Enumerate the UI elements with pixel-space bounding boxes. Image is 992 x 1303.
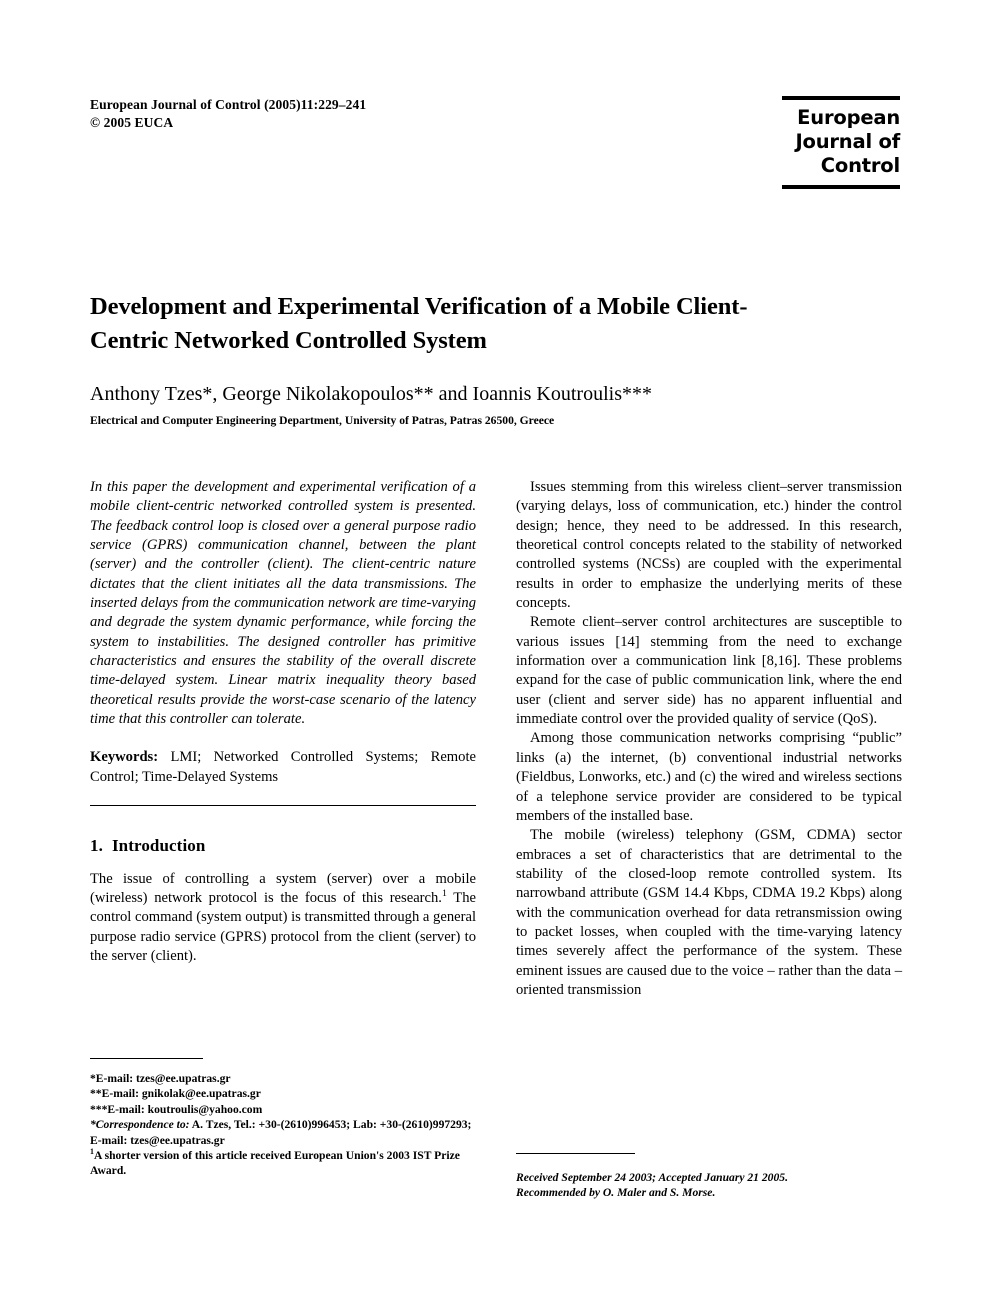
journal-citation: European Journal of Control (2005)11:229…: [90, 96, 510, 131]
received-block: Received September 24 2003; Accepted Jan…: [516, 1153, 902, 1201]
footnote-email-3: ***E-mail: koutroulis@yahoo.com: [90, 1102, 263, 1116]
abstract: In this paper the development and experi…: [90, 478, 476, 729]
keywords-divider: [90, 805, 476, 807]
logo-line-3: Control: [820, 154, 900, 177]
right-column-body: Issues stemming from this wireless clien…: [516, 478, 902, 1000]
correspondence-label: *Correspondence to:: [90, 1118, 190, 1132]
footnote-prize-note: 1A shorter version of this article recei…: [90, 1148, 476, 1179]
footnote-divider: [90, 1058, 203, 1059]
recommended-by: Recommended by O. Maler and S. Morse.: [516, 1186, 716, 1200]
footnotes: *E-mail: tzes@ee.upatras.gr **E-mail: gn…: [90, 1058, 476, 1179]
footnote-email-1: *E-mail: tzes@ee.upatras.gr: [90, 1072, 231, 1085]
keywords: Keywords: LMI; Networked Controlled Syst…: [90, 748, 476, 787]
author-list: Anthony Tzes*, George Nikolakopoulos** a…: [90, 383, 652, 405]
intro-text-a: The issue of controlling a system (serve…: [90, 870, 476, 906]
journal-logo: European Journal of Control: [782, 96, 900, 189]
section-title: Introduction: [111, 836, 206, 856]
left-column: In this paper the development and experi…: [90, 478, 476, 966]
received-divider: [516, 1153, 635, 1154]
paper-page: European Journal of Control (2005)11:229…: [0, 0, 992, 1303]
prize-note-text: A shorter version of this article receiv…: [90, 1149, 460, 1178]
abstract-text: In this paper the development and experi…: [90, 479, 476, 728]
logo-line-1: European: [797, 106, 900, 129]
paragraph: Issues stemming from this wireless clien…: [516, 479, 902, 612]
footnote-correspondence: *Correspondence to: A. Tzes, Tel.: +30-(…: [90, 1117, 476, 1148]
paragraph: The issue of controlling a system (serve…: [90, 870, 476, 967]
paragraph: The mobile (wireless) telephony (GSM, CD…: [516, 827, 902, 998]
right-column: Issues stemming from this wireless clien…: [516, 478, 902, 1000]
affiliation: Electrical and Computer Engineering Depa…: [90, 414, 555, 427]
footnote-email-2: **E-mail: gnikolak@ee.upatras.gr: [90, 1087, 261, 1101]
citation-line-1: European Journal of Control (2005)11:229…: [90, 97, 367, 112]
logo-line-2: Journal of: [795, 130, 900, 153]
citation-line-2: © 2005 EUCA: [90, 114, 174, 130]
keywords-label: Keywords:: [90, 749, 159, 766]
paragraph: Remote client–server control architectur…: [516, 614, 902, 728]
section-heading-introduction: 1. Introduction: [90, 836, 476, 855]
section-number: 1.: [90, 836, 103, 856]
received-dates: Received September 24 2003; Accepted Jan…: [516, 1171, 788, 1184]
paragraph: Among those communication networks compr…: [516, 730, 902, 824]
page-title: Development and Experimental Verificatio…: [90, 293, 748, 354]
introduction-body: The issue of controlling a system (serve…: [90, 870, 476, 967]
